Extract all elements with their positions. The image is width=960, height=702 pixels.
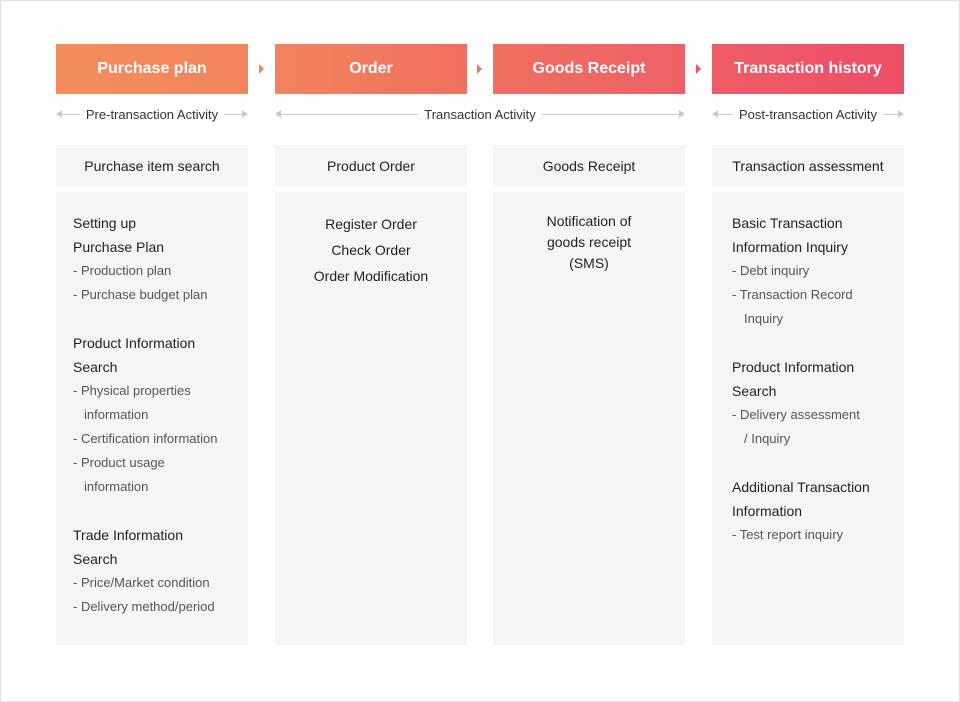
group-title: Product Information — [73, 335, 196, 351]
group-item: - Delivery assessment — [732, 407, 860, 422]
flow-arrow-icon — [259, 64, 264, 74]
phase-transaction: Transaction Activity — [275, 104, 686, 124]
group-title: Information Inquiry — [732, 239, 848, 255]
group-item: - Physical properties — [73, 383, 191, 398]
order-action: Register Order — [325, 216, 417, 232]
group-title: Setting up — [73, 215, 137, 231]
receipt-line: goods receipt — [546, 234, 632, 250]
group-title: Basic Transaction — [732, 215, 843, 231]
subheader-product-order: Product Order — [275, 145, 467, 186]
phase-label: Transaction Activity — [424, 106, 536, 122]
column-body-order: Register Order Check Order Order Modific… — [275, 192, 467, 645]
stage-order: Order — [275, 44, 467, 94]
group-product-information-search: Product Information Search - Delivery as… — [732, 355, 904, 451]
group-product-information-search: Product Information Search - Physical pr… — [73, 331, 248, 499]
group-setting-up-purchase-plan: Setting up Purchase Plan - Production pl… — [73, 211, 248, 307]
phase-pre-transaction: Pre-transaction Activity — [56, 104, 248, 124]
group-item: - Test report inquiry — [732, 527, 844, 542]
flow-arrow-icon — [696, 64, 701, 74]
span-line — [541, 113, 680, 115]
group-title: Additional Transaction — [732, 479, 870, 495]
span-line — [281, 113, 419, 115]
group-item: information — [84, 479, 149, 494]
group-item: - Product usage — [73, 455, 165, 470]
group-title: Trade Information — [73, 527, 183, 543]
group-item: information — [84, 407, 149, 422]
subheader-transaction-assessment: Transaction assessment — [712, 145, 904, 186]
span-line — [718, 113, 733, 115]
phase-label: Post-transaction Activity — [739, 106, 877, 122]
group-item: - Delivery method/period — [73, 599, 215, 614]
group-item: - Purchase budget plan — [73, 287, 208, 302]
group-item: - Transaction Record — [732, 287, 853, 302]
group-item: - Debt inquiry — [732, 263, 810, 278]
group-title: Product Information — [732, 359, 855, 375]
stage-transaction-history: Transaction history — [712, 44, 904, 94]
stage-goods-receipt: Goods Receipt — [493, 44, 685, 94]
phase-post-transaction: Post-transaction Activity — [712, 104, 904, 124]
arrow-right-icon — [242, 110, 248, 118]
column-body-purchase-plan: Setting up Purchase Plan - Production pl… — [56, 192, 248, 645]
group-title: Search — [732, 383, 777, 399]
order-action: Order Modification — [313, 268, 429, 284]
phase-label: Pre-transaction Activity — [85, 106, 219, 122]
order-action: Check Order — [331, 242, 411, 258]
column-body-transaction-history: Basic Transaction Information Inquiry - … — [712, 192, 904, 645]
group-title: Information — [732, 503, 803, 519]
arrow-right-icon — [898, 110, 904, 118]
span-line — [224, 113, 242, 115]
flow-arrow-icon — [477, 64, 482, 74]
group-item: - Production plan — [73, 263, 172, 278]
group-title: Purchase Plan — [73, 239, 165, 255]
span-line — [883, 113, 898, 115]
subheader-goods-receipt: Goods Receipt — [493, 145, 685, 186]
group-additional-transaction-information: Additional Transaction Information - Tes… — [732, 475, 904, 547]
group-title: Search — [73, 551, 118, 567]
group-item: Inquiry — [744, 311, 784, 326]
column-body-goods-receipt: Notification of goods receipt (SMS) — [493, 192, 685, 645]
span-line — [62, 113, 80, 115]
subheader-purchase-item-search: Purchase item search — [56, 145, 248, 186]
receipt-line: Notification of — [546, 213, 632, 229]
group-item: - Certification information — [73, 431, 218, 446]
group-trade-information-search: Trade Information Search - Price/Market … — [73, 523, 248, 619]
group-item: - Price/Market condition — [73, 575, 210, 590]
group-title: Search — [73, 359, 118, 375]
receipt-line: (SMS) — [569, 255, 609, 271]
stage-purchase-plan: Purchase plan — [56, 44, 248, 94]
arrow-right-icon — [679, 110, 686, 118]
group-basic-transaction-inquiry: Basic Transaction Information Inquiry - … — [732, 211, 904, 331]
group-item: / Inquiry — [744, 431, 791, 446]
